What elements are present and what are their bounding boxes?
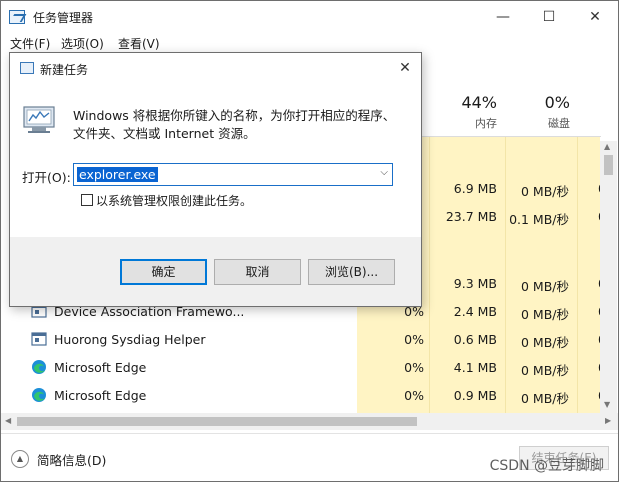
- disk-cell: 0 MB/秒: [521, 307, 569, 322]
- ok-button[interactable]: 确定: [120, 259, 207, 285]
- table-row[interactable]: Huorong Sysdiag Helper 0% 0.6 MB 0 MB/秒 …: [1, 325, 606, 353]
- disk-column-header[interactable]: 0% 磁盘: [506, 93, 570, 131]
- edge-icon: [31, 387, 47, 403]
- menu-view[interactable]: 查看(V): [118, 35, 160, 52]
- horizontal-scrollbar[interactable]: ◀ ▶: [1, 413, 618, 430]
- open-label: 打开(O):: [22, 170, 71, 185]
- menu-file[interactable]: 文件(F): [10, 35, 50, 52]
- process-name: Microsoft Edge: [54, 360, 147, 375]
- disk-cell: 0 MB/秒: [521, 391, 569, 406]
- task-manager-icon: [9, 10, 25, 24]
- footer-bar: ▲ 简略信息(D) 结束任务(E) CSDN @豆芽脚脚: [1, 433, 618, 481]
- process-name: Huorong Sysdiag Helper: [54, 332, 206, 347]
- chevron-up-icon[interactable]: ▲: [11, 450, 29, 468]
- vertical-scrollbar[interactable]: ▲ ▼: [600, 141, 617, 413]
- admin-checkbox[interactable]: [81, 194, 93, 206]
- dialog-button-area: 确定 取消 浏览(B)...: [10, 237, 421, 306]
- admin-checkbox-label[interactable]: 以系统管理权限创建此任务。: [96, 192, 252, 209]
- memory-cell: 23.7 MB: [445, 209, 497, 224]
- memory-label: 内存: [475, 117, 497, 130]
- maximize-button[interactable]: ☐: [526, 1, 572, 33]
- dialog-title-bar[interactable]: 新建任务 ✕: [10, 53, 421, 83]
- table-row[interactable]: Microsoft Edge 0% 0.9 MB 0 MB/秒 0: [1, 381, 606, 409]
- open-input[interactable]: explorer.exe: [77, 167, 158, 182]
- window-title: 任务管理器: [33, 11, 94, 25]
- menu-options[interactable]: 选项(O): [61, 35, 104, 52]
- table-row[interactable]: Microsoft Edge 0% 4.1 MB 0 MB/秒 0: [1, 353, 606, 381]
- title-bar[interactable]: 任务管理器 — ☐ ✕: [1, 1, 618, 33]
- minimize-button[interactable]: —: [480, 1, 526, 33]
- memory-cell: 6.9 MB: [453, 181, 497, 196]
- scroll-left-icon[interactable]: ◀: [5, 416, 11, 425]
- scroll-thumb[interactable]: [17, 417, 417, 426]
- dialog-close-button[interactable]: ✕: [394, 57, 416, 79]
- disk-label: 磁盘: [548, 117, 570, 130]
- cpu-cell: 0%: [404, 360, 424, 375]
- cancel-button[interactable]: 取消: [214, 259, 301, 285]
- cpu-cell: 0%: [404, 332, 424, 347]
- disk-cell: 0.1 MB/秒: [509, 212, 569, 227]
- edge-icon: [31, 359, 47, 375]
- chevron-down-icon[interactable]: ⌵: [380, 167, 388, 178]
- dialog-description: Windows 将根据你所键入的名称，为你打开相应的程序、文件夹、文档或 Int…: [73, 108, 396, 141]
- app-window-icon: [31, 331, 47, 347]
- memory-percent: 44%: [461, 93, 497, 112]
- watermark: CSDN @豆芽脚脚: [489, 458, 604, 474]
- run-program-icon: [22, 103, 58, 135]
- scroll-right-icon[interactable]: ▶: [605, 416, 611, 425]
- memory-cell: 0.6 MB: [453, 332, 497, 347]
- scroll-down-icon[interactable]: ▼: [604, 400, 610, 409]
- memory-cell: 2.4 MB: [453, 304, 497, 319]
- close-button[interactable]: ✕: [572, 1, 618, 33]
- menu-bar: 文件(F) 选项(O) 查看(V): [1, 33, 618, 53]
- memory-column-header[interactable]: 44% 内存: [441, 93, 497, 131]
- run-icon: [20, 62, 34, 74]
- disk-cell: 0 MB/秒: [521, 184, 569, 199]
- memory-cell: 0.9 MB: [453, 388, 497, 403]
- dialog-title: 新建任务: [40, 63, 89, 77]
- browse-button[interactable]: 浏览(B)...: [308, 259, 395, 285]
- process-name: Microsoft Edge: [54, 388, 147, 403]
- memory-cell: 9.3 MB: [453, 276, 497, 291]
- memory-cell: 4.1 MB: [453, 360, 497, 375]
- create-new-task-dialog: 新建任务 ✕ Windows 将根据你所键入的名称，为你打开相应的程序、文件夹、…: [9, 52, 422, 307]
- scroll-thumb[interactable]: [604, 155, 613, 175]
- fewer-details-link[interactable]: 简略信息(D): [37, 450, 106, 469]
- cpu-cell: 0%: [404, 388, 424, 403]
- disk-cell: 0 MB/秒: [521, 279, 569, 294]
- open-combobox[interactable]: explorer.exe ⌵: [73, 163, 393, 186]
- disk-cell: 0 MB/秒: [521, 363, 569, 378]
- disk-cell: 0 MB/秒: [521, 335, 569, 350]
- scroll-up-icon[interactable]: ▲: [604, 142, 610, 151]
- disk-percent: 0%: [544, 93, 570, 112]
